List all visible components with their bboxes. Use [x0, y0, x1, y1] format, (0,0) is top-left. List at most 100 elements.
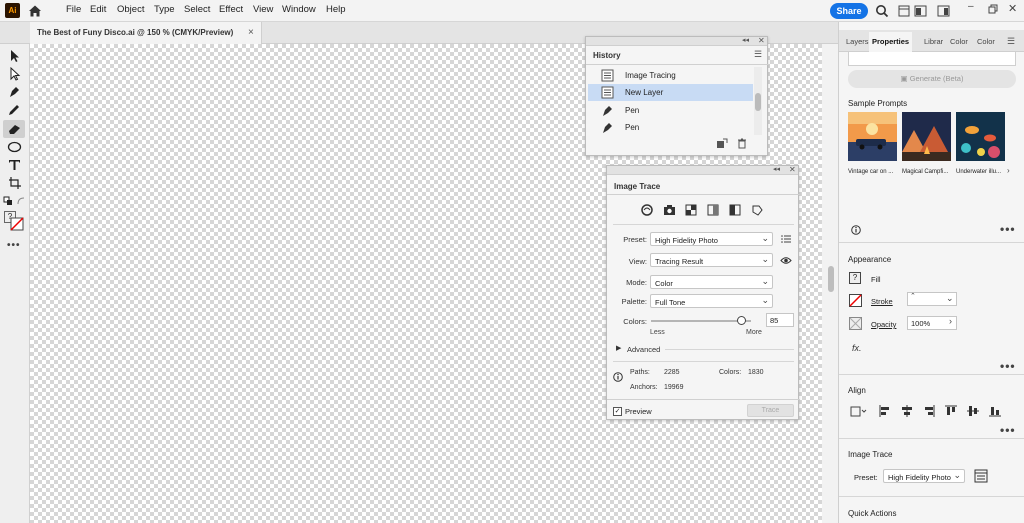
restore-icon[interactable] [988, 4, 998, 14]
black-and-white-icon[interactable] [729, 204, 741, 216]
tab-color[interactable]: Color [947, 32, 971, 52]
fill-swatch[interactable]: ? [849, 272, 861, 284]
stepper-icon[interactable]: ⌃ [910, 292, 916, 300]
menu-help[interactable]: Help [326, 4, 346, 15]
new-document-from-state-icon[interactable] [716, 138, 728, 149]
menu-edit[interactable]: Edit [90, 4, 106, 15]
opacity-label[interactable]: Opacity [871, 320, 896, 329]
close-icon[interactable]: × [248, 27, 254, 38]
align-horizontal-center-icon[interactable] [901, 405, 913, 417]
more-options-icon[interactable]: ••• [1000, 359, 1016, 373]
direct-selection-tool-icon[interactable] [6, 67, 23, 81]
align-bottom-icon[interactable] [989, 405, 1001, 417]
sample-prompt-thumbnail-car[interactable] [848, 112, 897, 161]
default-colors-icon[interactable] [3, 196, 13, 206]
tab-libraries[interactable]: Librar [921, 32, 946, 52]
collapse-panel-icon[interactable]: ◂◂ [773, 165, 780, 173]
close-icon[interactable]: ✕ [758, 36, 765, 45]
palette-dropdown[interactable]: Full Tone ⌄ [650, 294, 773, 308]
menu-view[interactable]: View [253, 4, 273, 15]
arrange-documents-icon[interactable] [914, 5, 927, 17]
collapse-panel-icon[interactable]: ◂◂ [742, 36, 749, 44]
camera-icon[interactable] [663, 204, 676, 216]
info-icon[interactable] [851, 225, 861, 235]
outline-icon[interactable] [751, 204, 763, 216]
stroke-swatch[interactable] [849, 294, 862, 307]
more-options-icon[interactable]: ••• [1000, 423, 1016, 437]
trash-icon[interactable] [737, 138, 747, 149]
auto-color-icon[interactable] [641, 204, 653, 216]
trace-button[interactable]: Trace [747, 404, 794, 417]
tab-properties[interactable]: Properties [869, 32, 913, 52]
pen-tool-icon[interactable] [6, 85, 23, 99]
menu-window[interactable]: Window [282, 4, 316, 15]
preview-checkbox[interactable]: ✓ [613, 407, 622, 416]
feedback-icon[interactable] [898, 5, 910, 17]
swap-colors-icon[interactable] [16, 196, 26, 206]
panel-grip[interactable]: ◂◂ ✕ [586, 36, 767, 46]
eye-icon[interactable] [780, 256, 792, 265]
align-vertical-center-icon[interactable] [967, 405, 979, 417]
share-button[interactable]: Share [830, 3, 868, 19]
stroke-weight-field[interactable]: ⌃ ⌄ [907, 292, 957, 306]
align-right-icon[interactable] [923, 405, 935, 417]
eraser-tool-icon[interactable] [6, 122, 23, 136]
history-item[interactable]: Pen [588, 102, 753, 119]
history-item[interactable]: Pen [588, 119, 753, 136]
history-item[interactable]: Image Tracing [588, 67, 753, 84]
more-options-icon[interactable]: ••• [1000, 222, 1016, 236]
align-to-icon[interactable] [850, 405, 868, 417]
panel-menu-icon[interactable]: ☰ [1007, 36, 1015, 47]
ellipse-tool-icon[interactable] [6, 140, 23, 154]
mode-dropdown[interactable]: Color ⌄ [650, 275, 773, 289]
tab-layers[interactable]: Layers [843, 32, 872, 52]
chevron-down-icon[interactable]: ⌄ [946, 293, 954, 304]
panel-grip[interactable]: ◂◂ ✕ [607, 165, 798, 175]
scrollbar-thumb[interactable] [755, 93, 761, 111]
history-item-selected[interactable]: New Layer [588, 84, 753, 101]
workspace-switcher-icon[interactable] [937, 5, 950, 17]
view-dropdown[interactable]: Tracing Result ⌄ [650, 253, 773, 267]
selection-tool-icon[interactable] [6, 49, 23, 63]
search-icon[interactable] [875, 4, 889, 18]
align-left-icon[interactable] [879, 405, 891, 417]
manage-presets-icon[interactable] [781, 234, 791, 244]
align-top-icon[interactable] [945, 405, 957, 417]
home-icon[interactable] [28, 4, 42, 18]
low-color-icon[interactable] [685, 204, 697, 216]
panel-menu-icon[interactable]: ☰ [754, 49, 762, 60]
menu-effect[interactable]: Effect [219, 4, 243, 15]
tab-color-guide[interactable]: Color [974, 32, 998, 52]
artboard-tool-icon[interactable] [6, 176, 23, 190]
preset-dropdown[interactable]: High Fidelity Photo ⌄ [883, 469, 965, 483]
menu-file[interactable]: File [66, 4, 81, 15]
preset-dropdown[interactable]: High Fidelity Photo ⌄ [650, 232, 773, 246]
colors-slider[interactable] [651, 316, 751, 325]
type-tool-icon[interactable] [6, 158, 23, 172]
document-tab[interactable]: The Best of Funy Disco.ai @ 150 % (CMYK/… [30, 22, 262, 44]
sample-prompt-thumbnail-underwater[interactable] [956, 112, 1005, 161]
chevron-right-icon[interactable]: › [949, 316, 952, 326]
scrollbar-thumb[interactable] [828, 266, 834, 292]
generate-button[interactable]: ▣ Generate (Beta) [848, 70, 1016, 88]
more-tools-icon[interactable]: ••• [7, 240, 21, 251]
colors-value-field[interactable]: 85 [766, 313, 794, 327]
image-trace-panel-icon[interactable] [974, 469, 988, 483]
chevron-right-icon[interactable]: › [1007, 166, 1010, 175]
chevron-right-icon[interactable]: ▶ [616, 344, 621, 352]
menu-type[interactable]: Type [154, 4, 175, 15]
advanced-toggle[interactable]: Advanced [627, 345, 660, 354]
grayscale-icon[interactable] [707, 204, 719, 216]
close-icon[interactable]: ✕ [789, 165, 796, 174]
stroke-swatch[interactable] [10, 217, 24, 231]
fx-icon[interactable]: fx. [852, 343, 862, 353]
colors-slider-knob[interactable] [736, 316, 746, 325]
prompt-field[interactable] [848, 52, 1016, 66]
stroke-label[interactable]: Stroke [871, 297, 893, 306]
sample-prompt-thumbnail-campfire[interactable] [902, 112, 951, 161]
pencil-tool-icon[interactable] [6, 103, 23, 117]
menu-object[interactable]: Object [117, 4, 144, 15]
minimize-icon[interactable]: – [968, 1, 974, 12]
history-scrollbar[interactable] [754, 67, 762, 135]
close-window-icon[interactable]: ✕ [1008, 2, 1017, 15]
